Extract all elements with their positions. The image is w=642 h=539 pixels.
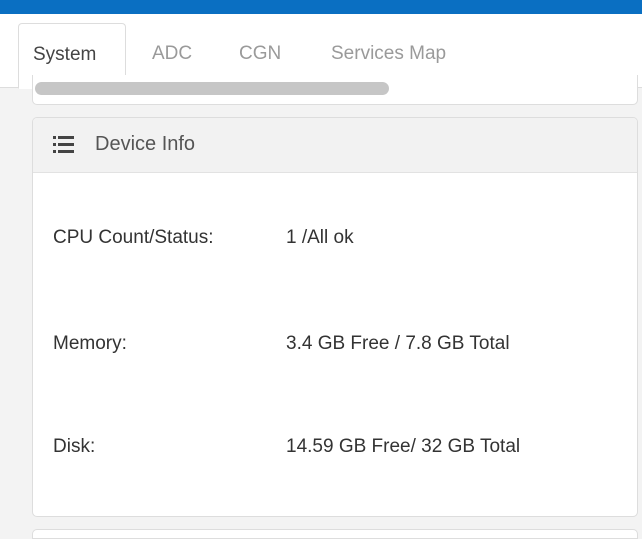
device-info-panel: Device Info CPU Count/Status: 1 /All ok … xyxy=(32,117,638,517)
next-panel-top xyxy=(32,529,638,539)
list-icon xyxy=(53,136,74,153)
disk-label: Disk: xyxy=(53,436,96,457)
cpu-value: 1 /All ok xyxy=(286,227,354,248)
cpu-label: CPU Count/Status: xyxy=(53,227,214,248)
device-info-title: Device Info xyxy=(95,133,196,155)
memory-value: 3.4 GB Free / 7.8 GB Total xyxy=(286,333,510,354)
disk-value: 14.59 GB Free/ 32 GB Total xyxy=(286,436,521,457)
top-accent-bar xyxy=(0,0,642,14)
device-info-header: Device Info xyxy=(33,118,637,173)
horizontal-scrollbar-thumb[interactable] xyxy=(35,82,389,95)
previous-panel-bottom xyxy=(32,75,638,105)
memory-label: Memory: xyxy=(53,333,127,354)
